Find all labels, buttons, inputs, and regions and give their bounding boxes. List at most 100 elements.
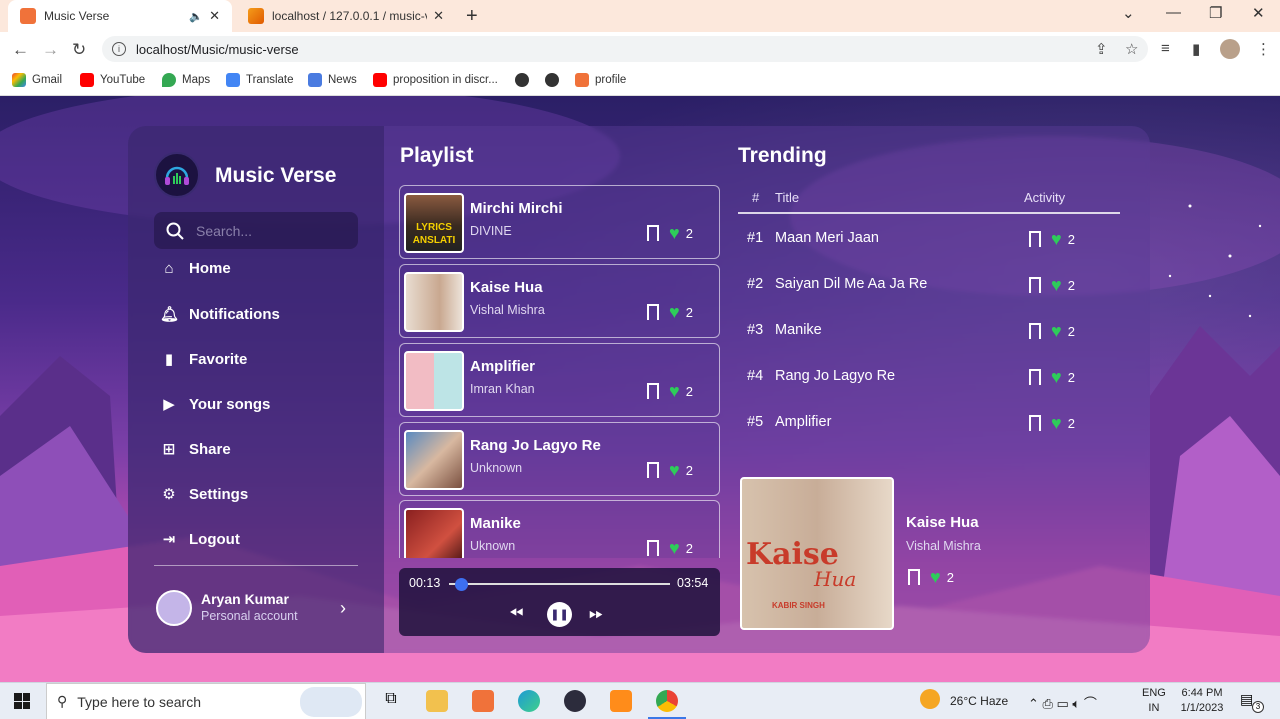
user-avatar[interactable] [156,590,192,626]
trending-row[interactable]: #1 Maan Meri Jaan [747,230,879,246]
reload-icon[interactable]: ↻ [72,40,86,60]
bookmark-icon[interactable] [1029,415,1041,431]
search-icon: ⚲ [57,693,68,709]
task-view-icon[interactable]: ⧉ [380,690,402,712]
sublime-icon[interactable] [610,690,632,712]
heart-icon[interactable]: ♥ [930,568,941,586]
forward-icon[interactable]: → [42,40,59,60]
nav-home[interactable]: ⌂ Home [160,260,230,277]
profile-avatar[interactable] [1220,39,1240,59]
nav-logout[interactable]: ⇥ Logout [160,530,240,549]
playlist-item[interactable]: Rang Jo Lagyo Re Unknown ♥ 2 [399,422,720,496]
heart-icon[interactable]: ♥ [669,224,680,242]
user-role: Personal account [201,609,298,623]
bookmark-news[interactable]: News [308,73,357,87]
trending-row[interactable]: #2 Saiyan Dil Me Aa Ja Re [747,276,927,292]
fast-forward-icon[interactable]: ⏩︎ [589,603,603,624]
windows-start-icon[interactable] [14,693,30,709]
bookmark-icon[interactable] [647,225,659,241]
nav-notifications[interactable]: 🔔︎ Notifications [160,305,280,324]
playlist-item[interactable]: Manike Uknown ♥ 2 [399,500,720,558]
bookmark-gmail[interactable]: Gmail [12,73,62,87]
nav-settings[interactable]: ⚙ Settings [160,485,248,504]
song-artist: Unknown [470,461,523,475]
heart-icon[interactable]: ♥ [1051,414,1062,432]
tab-music-verse[interactable]: Music Verse 🔈 ✕ [8,0,232,32]
heart-icon[interactable]: ♥ [1051,322,1062,340]
trending-row[interactable]: #3 Manike [747,322,822,338]
heart-icon[interactable]: ♥ [669,303,680,321]
edge-icon[interactable] [518,690,540,712]
heart-icon[interactable]: ♥ [1051,230,1062,248]
xampp-icon[interactable] [472,690,494,712]
clock[interactable]: 6:44 PM 1/1/2023 [1176,686,1228,716]
chevron-right-icon[interactable]: › [340,598,346,619]
speaker-icon[interactable]: 🔈 [189,10,203,23]
heart-icon[interactable]: ♥ [1051,276,1062,294]
tab-title: localhost / 127.0.0.1 / music-vers [272,9,427,23]
pause-button[interactable]: ❚❚ [547,602,572,627]
close-tab-icon[interactable]: ✕ [209,8,220,24]
heart-icon[interactable]: ♥ [669,461,680,479]
gmail-icon [12,73,26,87]
bookmark-globe-2[interactable] [545,73,565,87]
bookmark-translate[interactable]: Translate [226,73,294,87]
search-input[interactable] [196,222,336,239]
bookmark-icon[interactable] [1029,231,1041,247]
weather-icon [920,689,940,709]
rewind-icon[interactable]: ⏪︎ [509,603,523,624]
trending-row[interactable]: #4 Rang Jo Lagyo Re [747,368,895,384]
side-panel-icon[interactable]: ▮ [1192,40,1200,58]
bookmark-proposition[interactable]: proposition in discr... [373,73,498,87]
playlist-item[interactable]: Amplifier Imran Khan ♥ 2 [399,343,720,417]
bookmark-icon[interactable] [1029,277,1041,293]
minimize-button[interactable]: — [1166,4,1181,21]
search-box[interactable] [154,212,358,249]
bookmark-star-icon[interactable]: ☆ [1125,40,1138,58]
new-tab-button[interactable]: + [466,5,478,28]
bookmark-icon[interactable] [1029,323,1041,339]
tray-icons[interactable]: ⌃ ⎙ ▭ 🔈︎ ⌒ [1028,693,1097,719]
weather-text[interactable]: 26°C Haze [950,694,1008,719]
bookmark-label: Translate [246,74,294,86]
tab-phpmyadmin[interactable]: localhost / 127.0.0.1 / music-vers ✕ [236,0,456,32]
bookmark-icon[interactable] [647,304,659,320]
file-explorer-icon[interactable] [426,690,448,712]
bookmark-icon[interactable] [647,462,659,478]
bookmark-youtube[interactable]: YouTube [80,73,145,87]
bookmark-icon[interactable] [647,540,659,556]
tab-search-icon[interactable]: ⌄ [1122,4,1135,22]
bookmark-icon[interactable] [1029,369,1041,385]
eclipse-icon[interactable] [564,690,586,712]
info-icon[interactable]: i [112,42,126,56]
heart-icon[interactable]: ♥ [669,382,680,400]
nav-your-songs[interactable]: ▶ Your songs [160,395,270,414]
close-tab-icon[interactable]: ✕ [433,8,444,24]
bookmark-globe-1[interactable] [515,73,535,87]
bookmark-profile[interactable]: profile [575,73,626,87]
chrome-icon[interactable] [656,690,678,712]
back-icon[interactable]: ← [12,40,29,60]
maps-icon [162,73,176,87]
media-control-icon[interactable]: ≡ [1161,40,1170,57]
bookmark-maps[interactable]: Maps [162,73,210,87]
nav-share[interactable]: ⊞ Share [160,440,231,459]
nav-favorite[interactable]: ▮ Favorite [160,350,248,369]
heart-icon[interactable]: ♥ [1051,368,1062,386]
album-art-text: LYRICS ANSLATI [412,222,456,246]
youtube-icon [80,73,94,87]
playlist-item[interactable]: Kaise Hua Vishal Mishra ♥ 2 [399,264,720,338]
trending-row[interactable]: #5 Amplifier [747,414,831,430]
share-icon[interactable]: ⇪ [1095,40,1108,58]
maximize-button[interactable]: ❐ [1209,4,1222,22]
menu-icon[interactable]: ⋮ [1256,40,1271,58]
heart-icon[interactable]: ♥ [669,539,680,557]
progress-track[interactable] [449,583,670,585]
close-window-button[interactable]: ✕ [1252,4,1265,22]
url-bar[interactable]: i localhost/Music/music-verse [102,36,1148,62]
bookmark-icon[interactable] [647,383,659,399]
bookmark-icon[interactable] [908,569,920,585]
language-indicator[interactable]: ENG IN [1142,686,1166,716]
playlist-item[interactable]: LYRICS ANSLATI Mirchi Mirchi DIVINE ♥ 2 [399,185,720,259]
song-title: Kaise Hua [470,279,543,296]
